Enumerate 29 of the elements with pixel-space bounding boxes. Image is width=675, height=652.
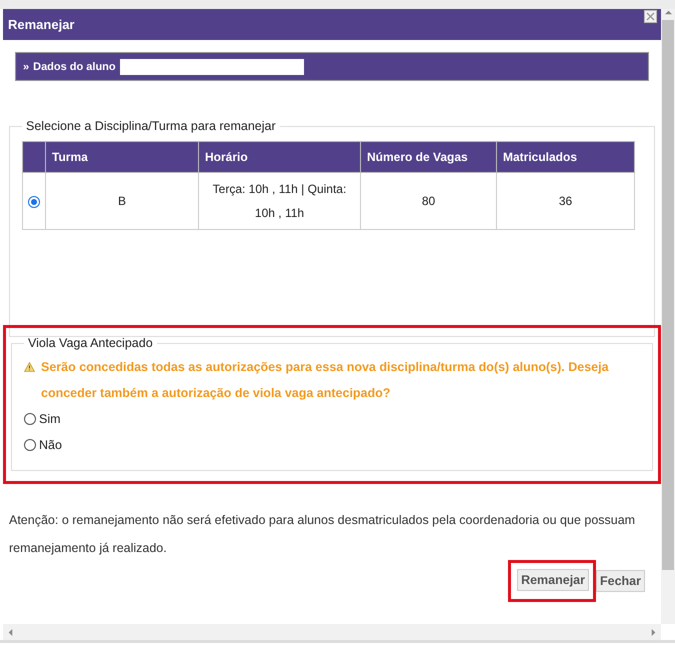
table-cell: 36 <box>496 172 634 230</box>
table-cell: 80 <box>360 172 496 230</box>
option-label: Sim <box>39 412 61 426</box>
table-cell: B <box>46 172 198 230</box>
student-data-marker: » <box>23 60 30 72</box>
column-header: Turma <box>46 142 198 172</box>
warning-message: Serão concedidas todas as autorizações para essa nova disciplina/turma do(s) aluno(s). Deseja conceder também a autorização de viola vaga antecipado? <box>41 359 610 402</box>
dialog-button[interactable]: Fechar <box>596 570 645 592</box>
dialog-title: Remanejar <box>8 17 74 32</box>
close-button[interactable] <box>644 10 657 23</box>
scroll-left-icon[interactable] <box>7 628 14 636</box>
table-header <box>22 142 46 172</box>
horizontal-scrollbar[interactable] <box>3 624 661 640</box>
column-header: Horário <box>198 142 360 172</box>
class-radio[interactable] <box>28 196 40 208</box>
option-radio[interactable] <box>24 413 36 425</box>
option-label: Não <box>39 438 62 452</box>
column-header: Matriculados <box>496 142 634 172</box>
viola-legend: Viola Vaga Antecipado <box>24 336 157 350</box>
dialog-button[interactable]: Remanejar <box>517 569 589 591</box>
warning-icon <box>24 362 35 372</box>
vertical-scrollbar[interactable] <box>661 9 675 624</box>
column-header: Número de Vagas <box>360 142 496 172</box>
table-cell: Terça: 10h , 11h | Quinta: 10h , 11h <box>198 172 360 230</box>
student-data-label: Dados do aluno <box>33 60 116 72</box>
scroll-right-icon[interactable] <box>650 628 657 636</box>
selection-legend: Selecione a Disciplina/Turma para remanejar <box>22 119 280 133</box>
option-radio[interactable] <box>24 439 36 451</box>
notice-text: Atenção: o remanejamento não será efetivado para alunos desmatriculados pela coordenadoria ou que possuam remanejamento já realizado. <box>9 512 636 557</box>
